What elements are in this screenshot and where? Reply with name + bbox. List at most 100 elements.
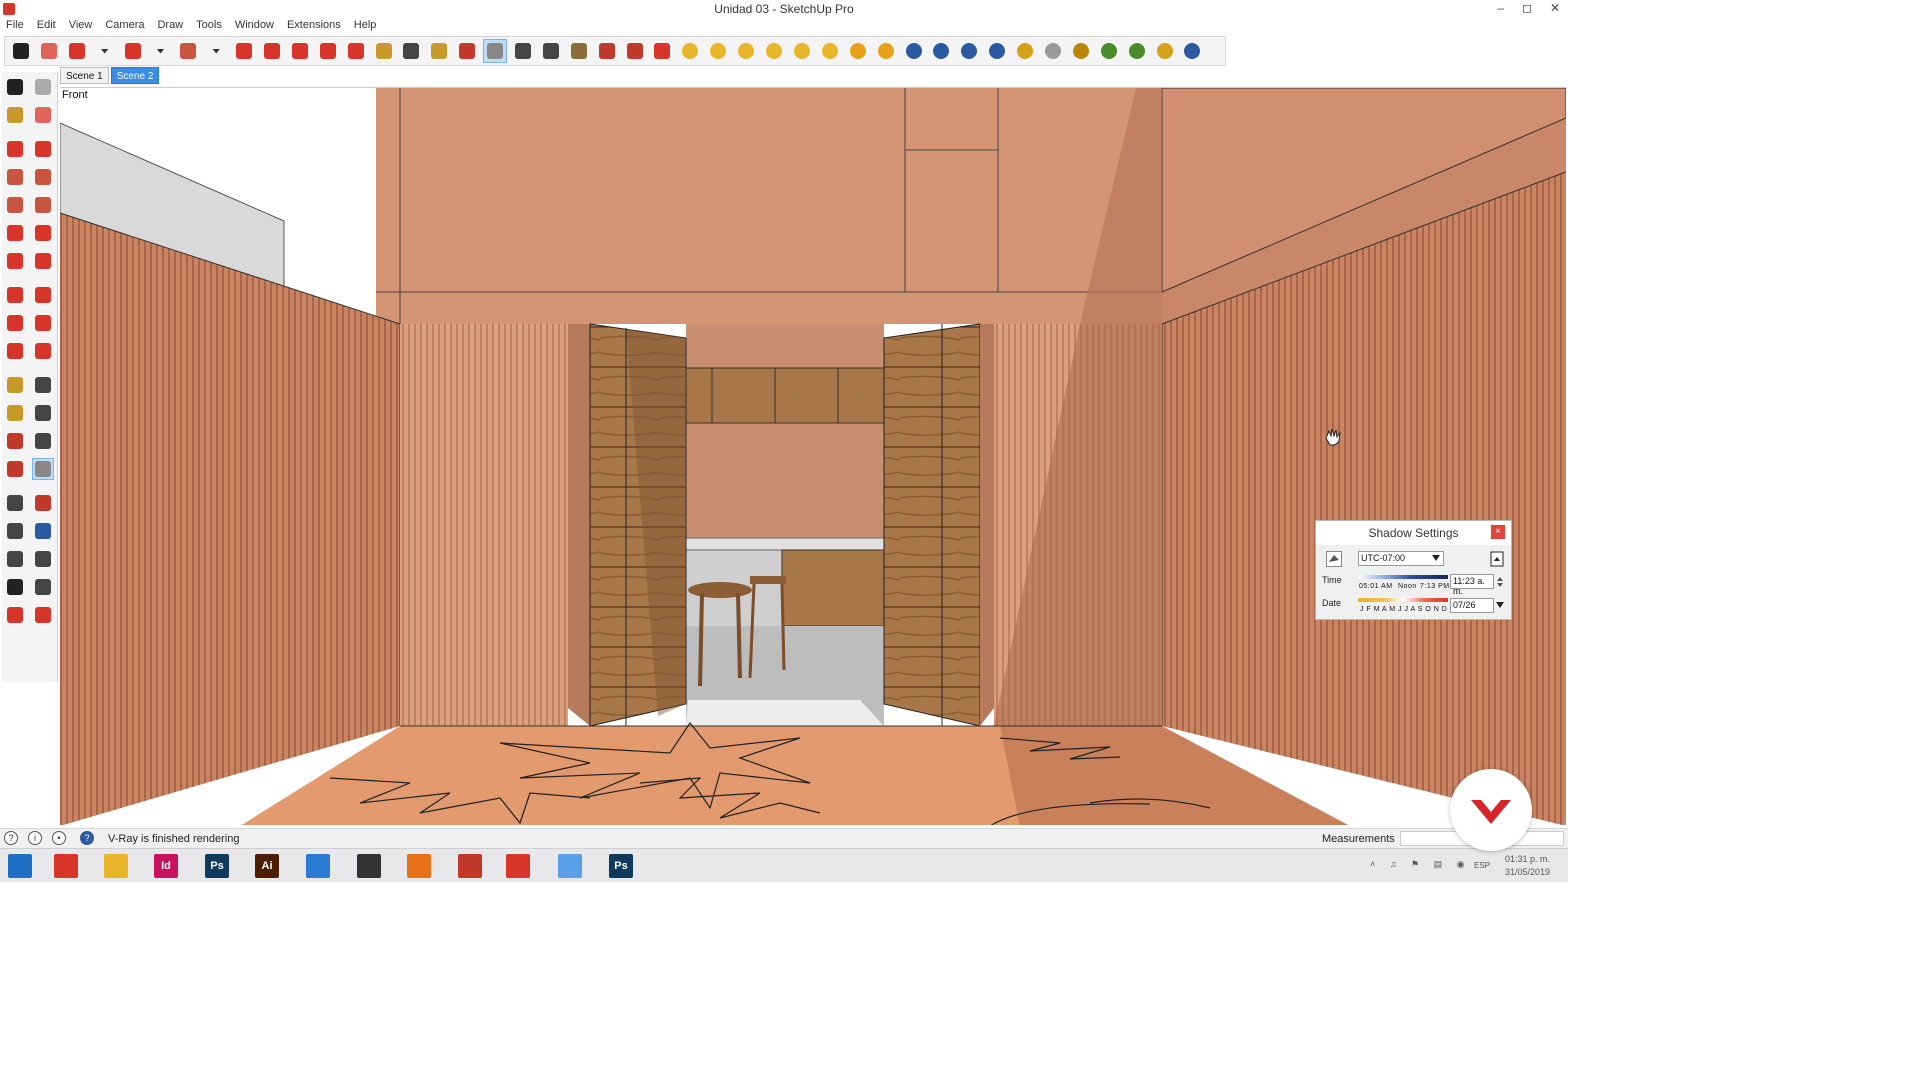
- vray-proxy-export-icon[interactable]: [1125, 39, 1149, 63]
- offset-icon[interactable]: [32, 340, 54, 362]
- menu-help[interactable]: Help: [354, 19, 377, 35]
- pencil-icon[interactable]: [65, 39, 89, 63]
- close-window-button[interactable]: ✕: [1550, 1, 1560, 15]
- tape-measure-icon[interactable]: [372, 39, 396, 63]
- vray-options-icon[interactable]: [874, 39, 898, 63]
- date-field[interactable]: 07/26: [1450, 598, 1494, 613]
- rectangle-icon[interactable]: [176, 39, 200, 63]
- vray-tag-icon[interactable]: [1013, 39, 1037, 63]
- paint-bucket-icon[interactable]: [4, 104, 26, 126]
- user-icon[interactable]: •: [52, 831, 66, 845]
- vray-omni-icon[interactable]: [790, 39, 814, 63]
- dimension-icon[interactable]: [32, 374, 54, 396]
- two-point-arc-icon[interactable]: [32, 222, 54, 244]
- menu-camera[interactable]: Camera: [105, 19, 144, 35]
- geo-location-icon[interactable]: ?: [4, 831, 18, 845]
- menu-window[interactable]: Window: [235, 19, 274, 35]
- photoshop-icon[interactable]: Ps: [205, 854, 229, 878]
- photoshop-active-icon[interactable]: Ps: [609, 854, 633, 878]
- paint-bucket-icon[interactable]: [427, 39, 451, 63]
- scale-icon[interactable]: [344, 39, 368, 63]
- tape-measure-icon[interactable]: [4, 374, 26, 396]
- text-icon[interactable]: [399, 39, 423, 63]
- vray-sphere-icon[interactable]: [678, 39, 702, 63]
- 3d-text-icon[interactable]: [32, 430, 54, 452]
- vray-proxy-icon[interactable]: [1097, 39, 1121, 63]
- snipping-tool-icon[interactable]: [458, 854, 482, 878]
- orbit-icon[interactable]: [455, 39, 479, 63]
- extension-warehouse-icon[interactable]: [595, 39, 619, 63]
- rectangle-icon[interactable]: [4, 166, 26, 188]
- grid-icon[interactable]: [32, 604, 54, 626]
- rotate-icon[interactable]: [4, 312, 26, 334]
- sketchup-active-icon[interactable]: [506, 854, 530, 878]
- calendar-chevron-icon[interactable]: [1496, 602, 1504, 608]
- zoom-extents-icon[interactable]: [539, 39, 563, 63]
- position-camera-icon[interactable]: [4, 548, 26, 570]
- arc-icon[interactable]: [4, 222, 26, 244]
- menu-draw[interactable]: Draw: [157, 19, 183, 35]
- pan-icon[interactable]: [483, 39, 508, 63]
- text-icon[interactable]: [32, 402, 54, 424]
- follow-me-icon[interactable]: [260, 39, 284, 63]
- vray-material-editor-icon[interactable]: [846, 39, 870, 63]
- pan-icon[interactable]: [32, 458, 54, 480]
- protractor-icon[interactable]: [4, 402, 26, 424]
- stack-icon[interactable]: [357, 854, 381, 878]
- vray-spot-icon[interactable]: [734, 39, 758, 63]
- select-icon[interactable]: [9, 39, 33, 63]
- system-tray[interactable]: ˄ ♫ ⚑ ▤ ◉: [1370, 859, 1470, 870]
- vray-sphere-proxy-icon[interactable]: [1041, 39, 1065, 63]
- vray-fur-icon[interactable]: [1153, 39, 1177, 63]
- zoom-window-icon[interactable]: [32, 492, 54, 514]
- input-language[interactable]: ESP: [1474, 861, 1490, 870]
- zoom-icon[interactable]: [511, 39, 535, 63]
- layout-icon[interactable]: [650, 39, 674, 63]
- walk-icon[interactable]: [4, 576, 26, 598]
- vray-batch-icon[interactable]: [957, 39, 981, 63]
- share-model-icon[interactable]: [623, 39, 647, 63]
- zoom-icon[interactable]: [4, 492, 26, 514]
- scene-tab-2[interactable]: Scene 2: [110, 67, 160, 84]
- previous-view-icon[interactable]: [32, 520, 54, 542]
- model-viewport[interactable]: Front: [60, 87, 1566, 825]
- line-icon[interactable]: [4, 138, 26, 160]
- time-spinner-icon[interactable]: [1496, 576, 1504, 588]
- layout-taskbar-icon[interactable]: [306, 854, 330, 878]
- orbit-icon[interactable]: [4, 458, 26, 480]
- arc-icon[interactable]: [121, 39, 145, 63]
- scale-icon[interactable]: [4, 340, 26, 362]
- pie-icon[interactable]: [32, 250, 54, 272]
- select-icon[interactable]: [4, 76, 26, 98]
- freehand-icon[interactable]: [32, 138, 54, 160]
- rotated-rectangle-icon[interactable]: [32, 166, 54, 188]
- move-icon[interactable]: [4, 284, 26, 306]
- windows-start-icon[interactable]: [8, 854, 32, 878]
- move-icon[interactable]: [288, 39, 312, 63]
- minimize-button[interactable]: –: [1497, 1, 1504, 15]
- zoom-extents-icon[interactable]: [4, 520, 26, 542]
- push-pull-icon[interactable]: [232, 39, 256, 63]
- axes-icon[interactable]: [4, 430, 26, 452]
- help-icon[interactable]: ?: [80, 831, 94, 845]
- vray-rt-icon[interactable]: [929, 39, 953, 63]
- time-slider[interactable]: [1358, 575, 1448, 579]
- vray-render-icon[interactable]: [902, 39, 926, 63]
- menu-edit[interactable]: Edit: [37, 19, 56, 35]
- menu-tools[interactable]: Tools: [196, 19, 222, 35]
- three-point-arc-icon[interactable]: [4, 250, 26, 272]
- expand-panel-icon[interactable]: [1490, 551, 1504, 567]
- menu-file[interactable]: File: [6, 19, 24, 35]
- dropdown-icon[interactable]: [93, 39, 117, 63]
- rotate-icon[interactable]: [316, 39, 340, 63]
- look-around-icon[interactable]: [32, 548, 54, 570]
- warehouse-icon[interactable]: [567, 39, 591, 63]
- menu-extensions[interactable]: Extensions: [287, 19, 341, 35]
- vray-pause-icon[interactable]: [1180, 39, 1204, 63]
- file-explorer-icon[interactable]: [104, 854, 128, 878]
- vray-dome-icon[interactable]: [762, 39, 786, 63]
- close-icon[interactable]: ×: [1491, 525, 1505, 539]
- sketchup-taskbar-icon[interactable]: [54, 854, 78, 878]
- illustrator-icon[interactable]: Ai: [255, 854, 279, 878]
- maximize-button[interactable]: ◻: [1522, 1, 1532, 15]
